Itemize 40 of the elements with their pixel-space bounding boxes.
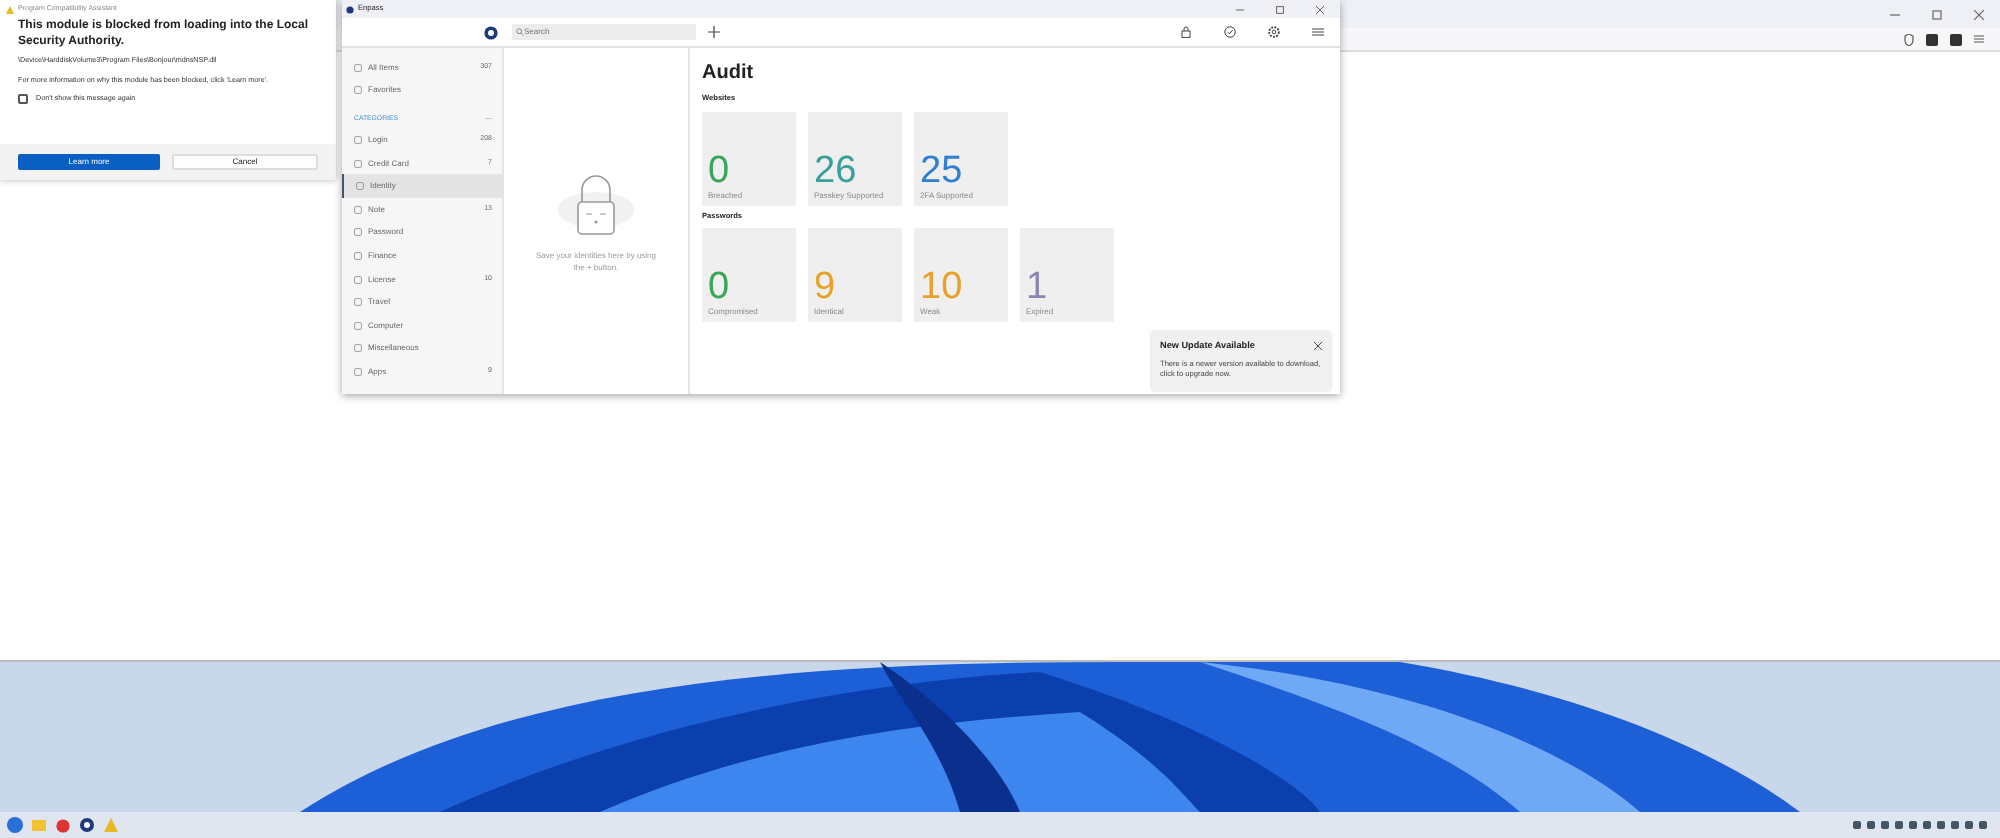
category-icon	[354, 252, 362, 261]
checkbox[interactable]	[18, 94, 28, 105]
search-icon	[516, 28, 524, 36]
maximize-icon[interactable]	[1932, 9, 1942, 19]
audit-icon[interactable]	[1224, 26, 1236, 38]
category-icon	[354, 205, 362, 214]
category-icon	[354, 368, 362, 377]
page-title: Audit	[702, 60, 756, 88]
category-icon	[354, 228, 362, 237]
tile-value: 10	[920, 268, 965, 307]
app-logo-icon	[346, 5, 354, 13]
category-icon	[354, 63, 362, 72]
close-icon[interactable]	[1314, 342, 1322, 351]
lock-icon[interactable]	[1180, 26, 1192, 38]
close-icon[interactable]	[1974, 9, 1984, 19]
tile-value: 9	[814, 268, 836, 307]
close-icon[interactable]	[1316, 5, 1324, 13]
tile-value: 1	[1026, 268, 1048, 307]
tile-value: 25	[920, 151, 965, 190]
category-icon	[354, 275, 362, 284]
category-icon	[356, 182, 364, 191]
shield-icon[interactable]	[1904, 33, 1914, 45]
category-icon	[354, 298, 362, 307]
maximize-icon[interactable]	[1276, 5, 1284, 13]
category-icon	[354, 321, 362, 330]
category-icon	[354, 136, 362, 145]
vault-icon[interactable]	[484, 25, 498, 39]
start-icon[interactable]	[6, 816, 24, 834]
category-icon	[354, 344, 362, 353]
app-icon[interactable]	[78, 816, 96, 834]
lock-illustration	[556, 169, 636, 237]
menu-icon[interactable]	[1312, 26, 1324, 38]
category-icon	[354, 86, 362, 95]
category-icon	[354, 159, 362, 168]
tile-value: 0	[708, 268, 730, 307]
settings-icon[interactable]	[1268, 26, 1280, 38]
tile-value: 26	[814, 151, 859, 190]
tile-value: 0	[708, 151, 732, 190]
warning-icon	[6, 5, 14, 14]
add-icon[interactable]	[708, 26, 720, 38]
